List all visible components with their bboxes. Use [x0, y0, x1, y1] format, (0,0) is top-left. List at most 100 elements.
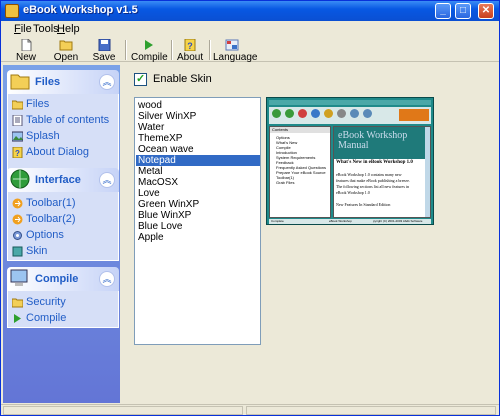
skin-list-item[interactable]: Green WinXP: [136, 199, 260, 210]
folder-icon: [12, 100, 23, 110]
language-label: Language: [213, 52, 258, 63]
preview-status-right: pyright (C) 2001-2003 Abdk Software: [373, 219, 423, 223]
folder-lock-icon: [12, 298, 23, 308]
preview-toc-header-label: Contents: [272, 127, 289, 132]
skin-list-item[interactable]: Ocean wave: [136, 144, 260, 155]
skin-list-item-selected[interactable]: Notepad: [136, 155, 260, 166]
skin-list-item[interactable]: Love: [136, 188, 260, 199]
menu-help-key: H: [57, 23, 65, 35]
close-button[interactable]: ✕: [478, 3, 494, 19]
language-button[interactable]: Language: [213, 38, 258, 63]
preview-body-line: eBook Workshop 1.0: [336, 190, 370, 195]
compile-label: Compile: [131, 52, 168, 63]
compile-group-title: Compile: [35, 273, 79, 285]
about-button[interactable]: ? About: [177, 38, 204, 63]
status-bar: [1, 404, 499, 415]
options-gear-icon: [13, 231, 22, 240]
preview-body-line: features that make eBook publishing a br…: [336, 178, 410, 183]
sidebar-item-label: Security: [26, 296, 66, 308]
preview-toc-item: Grab Files: [276, 180, 295, 185]
sidebar-item-label: Splash: [26, 130, 60, 142]
interface-group: Interface ︽ Toolbar(1) Toolbar(2) Option…: [7, 168, 119, 261]
menu-help-label: elp: [64, 23, 80, 35]
files-group-title: Files: [35, 76, 61, 88]
skin-list[interactable]: wood Silver WinXP Water ThemeXP Ocean wa…: [134, 97, 261, 345]
preview-home-icon: [324, 109, 333, 118]
menu-file[interactable]: File: [14, 23, 32, 35]
preview-toc-pane: Contents Options What's New Compile Intr…: [269, 126, 331, 218]
play-icon: [145, 40, 153, 50]
menu-help[interactable]: Help: [57, 23, 80, 35]
skin-preview: Contents Options What's New Compile Intr…: [266, 97, 434, 225]
title-bar[interactable]: eBook Workshop v1.5 _ □ ✕: [1, 1, 499, 21]
preview-toc-header: Contents: [270, 127, 330, 133]
collapse-chevron-icon[interactable]: ︽: [99, 172, 115, 188]
open-folder-icon: [59, 40, 73, 51]
status-pane: [246, 406, 496, 415]
skin-list-item[interactable]: Blue Love: [136, 221, 260, 232]
new-document-icon: [21, 39, 32, 51]
collapse-chevron-icon[interactable]: ︽: [99, 74, 115, 90]
skin-list-item[interactable]: MacOSX: [136, 177, 260, 188]
svg-text:?: ?: [15, 149, 20, 158]
app-icon: [5, 4, 19, 18]
menu-file-key: F: [14, 23, 21, 35]
skin-icon: [12, 246, 23, 257]
preview-banner: eBook Workshop Manual: [334, 127, 430, 159]
preview-scrollbar: [425, 127, 430, 217]
preview-contents-icon: [350, 109, 359, 118]
menu-bar: File Tools Help: [1, 21, 499, 38]
enable-skin-checkbox[interactable]: [134, 72, 147, 86]
interface-group-body: Toolbar(1) Toolbar(2) Options Skin: [7, 192, 119, 261]
window-title: eBook Workshop v1.5: [23, 4, 138, 16]
app-window: eBook Workshop v1.5 _ □ ✕ File Tools Hel…: [0, 0, 500, 416]
files-group-body: Files Table of contents Splash ? About D…: [7, 94, 119, 177]
minimize-button[interactable]: _: [435, 3, 451, 19]
skin-list-item[interactable]: wood: [136, 100, 260, 111]
preview-body-line: eBook Workshop 1.0 contains many new: [336, 172, 402, 177]
skin-list-item[interactable]: Apple: [136, 232, 260, 243]
sidebar-item-label: Table of contents: [26, 114, 110, 126]
toolbar-separator: [125, 40, 127, 60]
toolbar-separator: [209, 40, 211, 60]
preview-logo: [399, 109, 429, 121]
skin-list-item[interactable]: Silver WinXP: [136, 111, 260, 122]
preview-body-line: The following sections list all new feat…: [336, 184, 409, 189]
compile-group-header[interactable]: Compile ︽: [7, 267, 119, 291]
files-group-header[interactable]: Files ︽: [7, 70, 119, 94]
toolbar: New Open Save Compile ? About Language: [1, 38, 499, 63]
preview-stop-icon: [298, 109, 307, 118]
files-group: Files ︽ Files Table of contents Splash ?: [7, 70, 119, 177]
menu-tools[interactable]: Tools: [33, 23, 59, 35]
collapse-chevron-icon[interactable]: ︽: [99, 271, 115, 287]
save-button[interactable]: Save: [91, 38, 117, 63]
sidebar-item-label: Files: [26, 98, 50, 110]
skin-list-item[interactable]: Blue WinXP: [136, 210, 260, 221]
enable-skin-label: Enable Skin: [153, 73, 212, 85]
skin-list-item[interactable]: Metal: [136, 166, 260, 177]
compile-button[interactable]: Compile: [131, 38, 168, 63]
compile-group-body: Security Compile: [7, 291, 119, 328]
preview-status-bar: Complete eBook Workshop pyright (C) 2001…: [269, 219, 431, 224]
skin-list-item[interactable]: Water: [136, 122, 260, 133]
preview-status-mid: eBook Workshop: [329, 219, 352, 223]
open-button[interactable]: Open: [53, 38, 79, 63]
new-button[interactable]: New: [13, 38, 39, 63]
computer-icon: [10, 269, 28, 286]
skin-list-item[interactable]: ThemeXP: [136, 133, 260, 144]
about-label: About: [177, 52, 204, 63]
sidebar-item-label: Compile: [26, 312, 67, 324]
preview-print-icon: [337, 109, 346, 118]
skin-panel: Enable Skin wood Silver WinXP Water Them…: [123, 65, 499, 403]
preview-title-bar: [269, 100, 431, 105]
preview-back-icon: [272, 109, 281, 118]
status-pane: [3, 406, 243, 415]
folder-icon: [10, 74, 30, 90]
maximize-button[interactable]: □: [455, 3, 471, 19]
preview-search-icon: [363, 109, 372, 118]
arrow-icon: [12, 198, 23, 209]
interface-group-header[interactable]: Interface ︽: [7, 168, 119, 192]
sidebar-item-label: Skin: [26, 245, 48, 257]
sidebar-item-label: Toolbar(2): [26, 213, 76, 225]
arrow-icon: [12, 214, 23, 225]
